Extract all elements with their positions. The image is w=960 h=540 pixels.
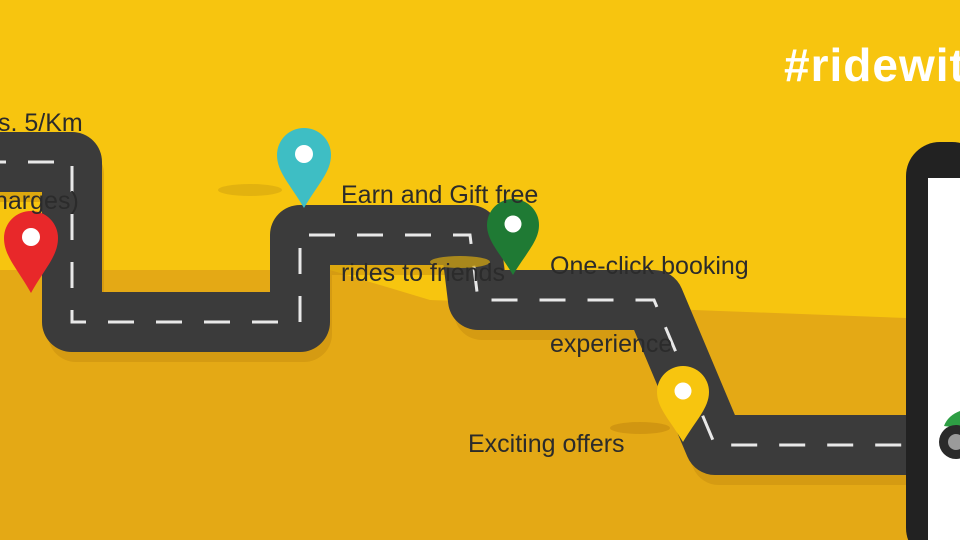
- feature-rate-line2: harges): [0, 187, 79, 215]
- map-pin-icon: [277, 128, 331, 208]
- feature-rate-line1: s. 5/Km: [0, 109, 83, 137]
- feature-rate-label: s. 5/Km harges): [0, 58, 83, 240]
- feature-offers-line1: Exciting offers: [468, 430, 625, 458]
- feature-earn-gift-line1: Earn and Gift free: [341, 181, 539, 209]
- phone-icon: [906, 142, 960, 540]
- feature-one-click-line2: experience: [550, 330, 673, 358]
- feature-earn-gift-line2: rides to friends: [341, 259, 505, 287]
- hashtag-title: #ridewit: [784, 39, 960, 91]
- feature-one-click-label: One-click booking experience: [550, 201, 749, 383]
- pin-shadow: [218, 184, 282, 196]
- feature-one-click-line1: One-click booking: [550, 252, 749, 280]
- feature-offers-label: Exciting offers: [468, 379, 625, 483]
- feature-earn-gift-label: Earn and Gift free rides to friends: [341, 130, 538, 312]
